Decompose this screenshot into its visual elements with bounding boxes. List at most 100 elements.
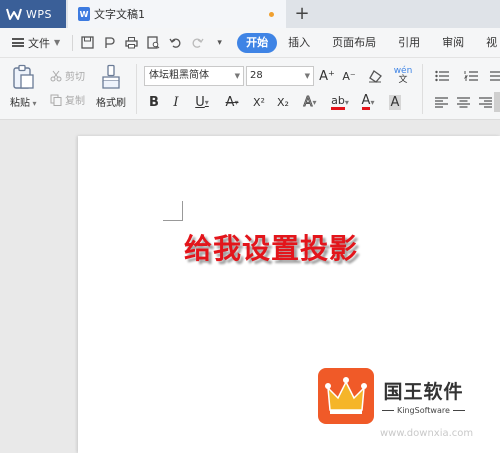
ribbon-tab-view[interactable]: 视: [475, 33, 497, 53]
bullet-list-icon: [435, 70, 449, 82]
numbered-list-icon: [464, 71, 478, 81]
quick-access-toolbar: ▾: [70, 34, 229, 52]
scissors-icon: [50, 70, 62, 81]
subscript-icon: X₂: [277, 95, 289, 109]
phonetic-char-icon: 文: [398, 75, 408, 85]
superscript-button[interactable]: X²: [248, 92, 270, 112]
strikethrough-button[interactable]: A ▾: [220, 92, 244, 112]
chevron-down-icon: ▼: [54, 38, 61, 47]
ribbon-tab-start[interactable]: 开始: [237, 32, 278, 53]
ribbon-tab-references[interactable]: 引用: [387, 33, 431, 53]
align-left-icon: [434, 96, 448, 108]
paintbrush-icon: [102, 64, 120, 89]
highlight-icon: ab: [331, 94, 345, 110]
paste-button[interactable]: 粘贴 ▾: [10, 64, 37, 109]
document-tab-label: 文字文稿1: [94, 8, 145, 21]
chevron-down-icon: ▾: [204, 97, 209, 107]
clipboard-icon: [13, 64, 34, 89]
font-color-button[interactable]: A ▾: [356, 92, 380, 112]
cut-label: 剪切: [65, 72, 85, 83]
wps-tab-label: WPS: [26, 7, 52, 21]
ribbon-tab-page-layout[interactable]: 页面布局: [321, 33, 387, 53]
align-right-button[interactable]: [476, 92, 494, 112]
format-painter-button[interactable]: 格式刷: [96, 64, 126, 109]
shrink-font-icon: A⁻: [342, 69, 356, 83]
chevron-down-icon: ▾: [312, 97, 317, 107]
wps-home-tab[interactable]: WPS: [0, 0, 66, 28]
customize-quick-access-icon[interactable]: ▾: [210, 34, 229, 52]
chevron-down-icon: ▼: [234, 72, 240, 80]
underline-button[interactable]: U ▾: [190, 92, 214, 112]
watermark-brand-cn: 国王软件: [383, 381, 464, 403]
italic-button[interactable]: I: [168, 92, 184, 112]
document-heading[interactable]: 给我设置投影: [184, 227, 358, 267]
indent-icon: [490, 71, 500, 81]
align-center-button[interactable]: [454, 92, 472, 112]
eraser-icon: [369, 69, 382, 83]
save-icon[interactable]: [78, 34, 97, 52]
shrink-font-button[interactable]: A⁻: [340, 66, 358, 86]
copy-icon: [50, 94, 62, 106]
ribbon-tab-review[interactable]: 审阅: [431, 33, 475, 53]
separator: [422, 64, 423, 114]
redo-icon[interactable]: [188, 34, 207, 52]
bullet-list-button[interactable]: [430, 66, 454, 86]
highlight-button[interactable]: ab ▾: [326, 92, 354, 112]
font-family-value: 体坛粗黑简体: [149, 70, 209, 81]
bold-icon: B: [149, 94, 159, 110]
chevron-down-icon: ▼: [304, 72, 310, 80]
chevron-down-icon: ▾: [370, 97, 375, 107]
file-menu-label: 文件: [28, 36, 50, 50]
phonetic-guide-button[interactable]: wén 文: [390, 66, 416, 86]
copy-button[interactable]: 复制: [50, 92, 85, 107]
font-color-icon: A: [361, 93, 371, 110]
watermark-brand-en: KingSoftware: [382, 406, 465, 415]
chevron-down-icon: ▾: [344, 97, 349, 107]
cut-button[interactable]: 剪切: [50, 68, 85, 83]
clear-format-button[interactable]: [364, 66, 386, 86]
text-effect-icon: A: [303, 94, 313, 110]
separator: [136, 64, 137, 114]
wps-logo-icon: [6, 8, 22, 20]
separator: [72, 34, 74, 51]
format-painter-label: 格式刷: [96, 98, 126, 109]
subscript-button[interactable]: X₂: [272, 92, 294, 112]
chevron-down-icon: ▾: [234, 97, 239, 107]
outdent-button[interactable]: [486, 66, 500, 86]
paste-dropdown-icon[interactable]: ▾: [30, 99, 37, 108]
watermark-text: 国王软件 KingSoftware: [382, 377, 465, 415]
align-right-icon: [478, 96, 492, 108]
strikethrough-icon: A: [225, 94, 235, 110]
unsaved-indicator: [269, 12, 274, 17]
superscript-icon: X²: [253, 95, 265, 109]
print-preview-icon[interactable]: [144, 34, 163, 52]
menu-bar: 文件 ▼ ▾ 开始 插入 页面布局 引用 审阅 视: [0, 28, 500, 58]
align-center-icon: [456, 96, 470, 108]
justify-button[interactable]: [494, 92, 500, 112]
crown-logo-icon: [318, 368, 374, 424]
paste-label: 粘贴: [10, 98, 30, 109]
numbered-list-button[interactable]: [460, 66, 482, 86]
grow-font-button[interactable]: A⁺: [318, 66, 336, 86]
undo-icon[interactable]: [166, 34, 185, 52]
character-shading-button[interactable]: A: [386, 92, 404, 112]
document-tab[interactable]: W 文字文稿1: [68, 0, 286, 28]
ribbon-tab-insert[interactable]: 插入: [277, 33, 321, 53]
font-size-select[interactable]: 28 ▼: [246, 66, 314, 86]
writer-doc-icon: W: [78, 7, 90, 21]
italic-icon: I: [173, 94, 179, 110]
bold-button[interactable]: B: [146, 92, 162, 112]
text-effect-button[interactable]: A ▾: [298, 92, 322, 112]
title-tab-bar: WPS W 文字文稿1 +: [0, 0, 500, 28]
font-family-select[interactable]: 体坛粗黑简体 ▼: [144, 66, 244, 86]
print-icon[interactable]: [122, 34, 141, 52]
export-pdf-icon[interactable]: [100, 34, 119, 52]
align-left-button[interactable]: [432, 92, 450, 112]
new-tab-button[interactable]: +: [292, 4, 312, 24]
font-size-value: 28: [250, 70, 263, 81]
file-menu-button[interactable]: 文件 ▼: [12, 35, 60, 51]
character-shading-icon: A: [388, 94, 402, 110]
hamburger-icon: [12, 38, 24, 47]
watermark-url: www.downxia.com: [380, 428, 474, 439]
kingsoftware-watermark: 国王软件 KingSoftware: [318, 368, 465, 424]
